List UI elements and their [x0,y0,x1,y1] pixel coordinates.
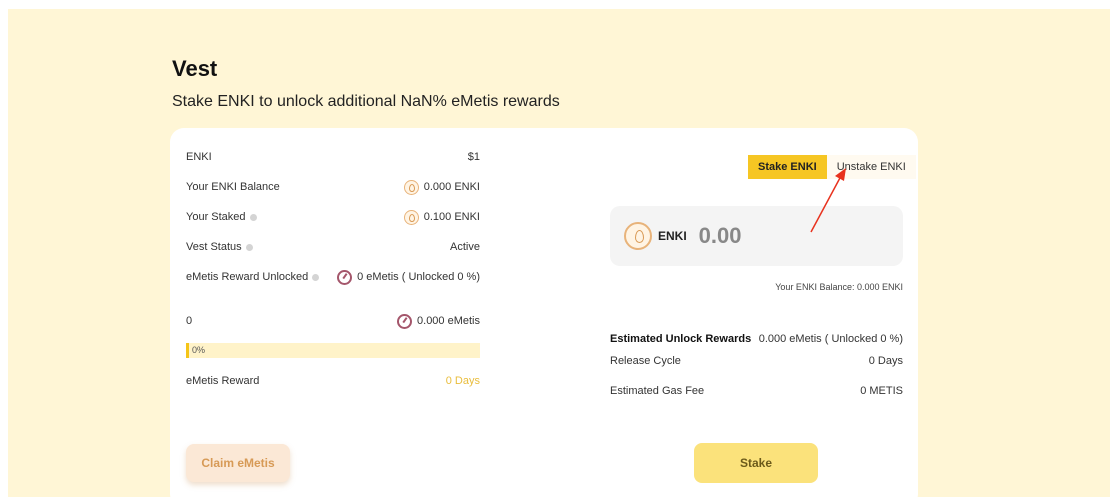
emetis-amount-label: 0 [186,315,193,327]
stake-amount-input[interactable] [698,223,849,249]
vest-status-row: Vest Status Active [186,237,480,257]
emetis-reward-row: eMetis Reward 0 Days [186,371,480,391]
reward-unlocked-label: eMetis Reward Unlocked [186,271,309,283]
unlock-progress-fill [186,343,189,358]
info-icon[interactable] [312,273,320,281]
unlock-progress-label: 0% [192,345,206,355]
enki-coin-icon [624,222,652,250]
gas-fee-value: 0 METIS [860,385,903,397]
claim-emetis-button[interactable]: Claim eMetis [186,444,290,482]
staked-value: 0.100 ENKI [423,211,480,223]
stake-tabs: Stake ENKI Unstake ENKI [748,155,916,179]
emetis-amount-row: 0 0.000 eMetis [186,311,480,331]
vest-status-label: Vest Status [186,241,242,253]
enki-price-value: $1 [467,151,480,163]
enki-balance-value: 0.000 ENKI [423,181,480,193]
info-icon[interactable] [249,213,257,221]
tab-unstake-enki[interactable]: Unstake ENKI [827,155,916,179]
info-icon[interactable] [245,243,253,251]
emetis-amount-value: 0.000 eMetis [417,315,480,327]
staked-row: Your Staked 0.100 ENKI [186,207,480,227]
estimated-rewards-label: Estimated Unlock Rewards [610,333,752,345]
stake-amount-box: ENKI [610,206,903,266]
emetis-gauge-icon [397,313,413,329]
enki-balance-row: Your ENKI Balance 0.000 ENKI [186,177,480,197]
staked-label: Your Staked [186,211,246,223]
tab-stake-enki[interactable]: Stake ENKI [748,155,827,179]
emetis-reward-value: 0 Days [445,375,480,387]
gas-fee-label: Estimated Gas Fee [610,385,705,397]
enki-price-label: ENKI [186,151,212,163]
enki-coin-icon [403,209,419,225]
estimated-rewards-row: Estimated Unlock Rewards 0.000 eMetis ( … [610,330,903,348]
page-subtitle: Stake ENKI to unlock additional NaN% eMe… [172,93,560,110]
stake-button[interactable]: Stake [694,443,818,483]
estimated-rewards-value: 0.000 eMetis ( Unlocked 0 %) [758,333,903,345]
enki-balance-label: Your ENKI Balance [186,181,280,193]
emetis-reward-label: eMetis Reward [186,375,260,387]
vest-status-value: Active [450,241,480,253]
input-balance-note: Your ENKI Balance: 0.000 ENKI [775,282,903,292]
input-token-name: ENKI [658,229,687,243]
gas-fee-row: Estimated Gas Fee 0 METIS [610,382,903,400]
release-cycle-value: 0 Days [868,355,903,367]
release-cycle-row: Release Cycle 0 Days [610,352,903,370]
release-cycle-label: Release Cycle [610,355,681,367]
emetis-gauge-icon [337,269,353,285]
reward-unlocked-value: 0 eMetis ( Unlocked 0 %) [357,271,480,283]
reward-unlocked-row: eMetis Reward Unlocked 0 eMetis ( Unlock… [186,267,480,287]
enki-price-row: ENKI $1 [186,147,480,167]
enki-coin-icon [403,179,419,195]
page-title: Vest [172,56,218,81]
unlock-progress-bar: 0% [186,343,480,358]
